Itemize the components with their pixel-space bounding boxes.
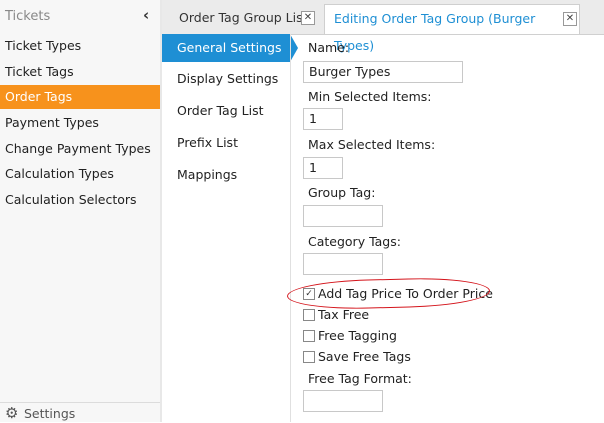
nav-item-calculation-selectors[interactable]: Calculation Selectors <box>0 188 160 212</box>
section-divider <box>290 34 291 422</box>
left-nav: Tickets ‹ Ticket Types Ticket Tags Order… <box>0 0 160 422</box>
checkbox-unchecked-icon[interactable] <box>303 351 315 363</box>
save-free-tags-label: Save Free Tags <box>318 349 411 364</box>
red-highlight-circle <box>286 276 491 311</box>
left-nav-header: Tickets ‹ <box>0 0 160 34</box>
group-tag-label: Group Tag: <box>308 185 376 200</box>
gear-icon: ⚙ <box>5 404 19 422</box>
name-label: Name: <box>308 40 350 55</box>
tab-bar: Order Tag Group List ✕ Editing Order Tag… <box>162 0 604 53</box>
section-display-settings[interactable]: Display Settings <box>162 65 290 93</box>
tab-label: Editing Order Tag Group (Burger Types) <box>334 11 536 53</box>
nav-item-payment-types[interactable]: Payment Types <box>0 111 160 135</box>
tax-free-label: Tax Free <box>318 307 370 322</box>
free-tag-format-input[interactable] <box>303 390 383 412</box>
category-tags-input[interactable] <box>303 253 383 275</box>
group-tag-input[interactable] <box>303 205 383 227</box>
min-selected-items-input[interactable]: 1 <box>303 108 343 130</box>
close-icon[interactable]: ✕ <box>301 11 315 25</box>
close-icon[interactable]: ✕ <box>563 12 577 26</box>
active-section-pointer-icon <box>290 34 298 62</box>
checkbox-unchecked-icon[interactable] <box>303 330 315 342</box>
chevron-left-icon[interactable]: ‹ <box>143 6 149 24</box>
tab-order-tag-group-list[interactable]: Order Tag Group List ✕ <box>170 4 316 33</box>
category-tags-label: Category Tags: <box>308 234 401 249</box>
nav-item-order-tags[interactable]: Order Tags <box>0 85 160 109</box>
tab-editing-order-tag-group[interactable]: Editing Order Tag Group (Burger Types) ✕ <box>324 4 580 53</box>
free-tagging-label: Free Tagging <box>318 328 397 343</box>
name-input[interactable]: Burger Types <box>303 61 463 83</box>
nav-item-ticket-tags[interactable]: Ticket Tags <box>0 60 160 84</box>
max-selected-items-input[interactable]: 1 <box>303 157 343 179</box>
nav-item-change-payment-types[interactable]: Change Payment Types <box>0 137 160 161</box>
checkbox-unchecked-icon[interactable] <box>303 309 315 321</box>
section-list: General Settings Display Settings Order … <box>162 34 290 422</box>
left-nav-title: Tickets <box>5 9 51 24</box>
nav-item-ticket-types[interactable]: Ticket Types <box>0 34 160 58</box>
settings-footer[interactable]: ⚙ Settings <box>0 402 160 423</box>
settings-label: Settings <box>24 406 76 421</box>
free-tag-format-label: Free Tag Format: <box>308 371 412 386</box>
min-selected-items-label: Min Selected Items: <box>308 89 432 104</box>
section-prefix-list[interactable]: Prefix List <box>162 129 290 157</box>
max-selected-items-label: Max Selected Items: <box>308 137 436 152</box>
section-mappings[interactable]: Mappings <box>162 161 290 189</box>
nav-item-calculation-types[interactable]: Calculation Types <box>0 162 160 186</box>
section-general-settings[interactable]: General Settings <box>162 34 290 62</box>
tab-label: Order Tag Group List <box>179 10 308 25</box>
section-order-tag-list[interactable]: Order Tag List <box>162 97 290 125</box>
